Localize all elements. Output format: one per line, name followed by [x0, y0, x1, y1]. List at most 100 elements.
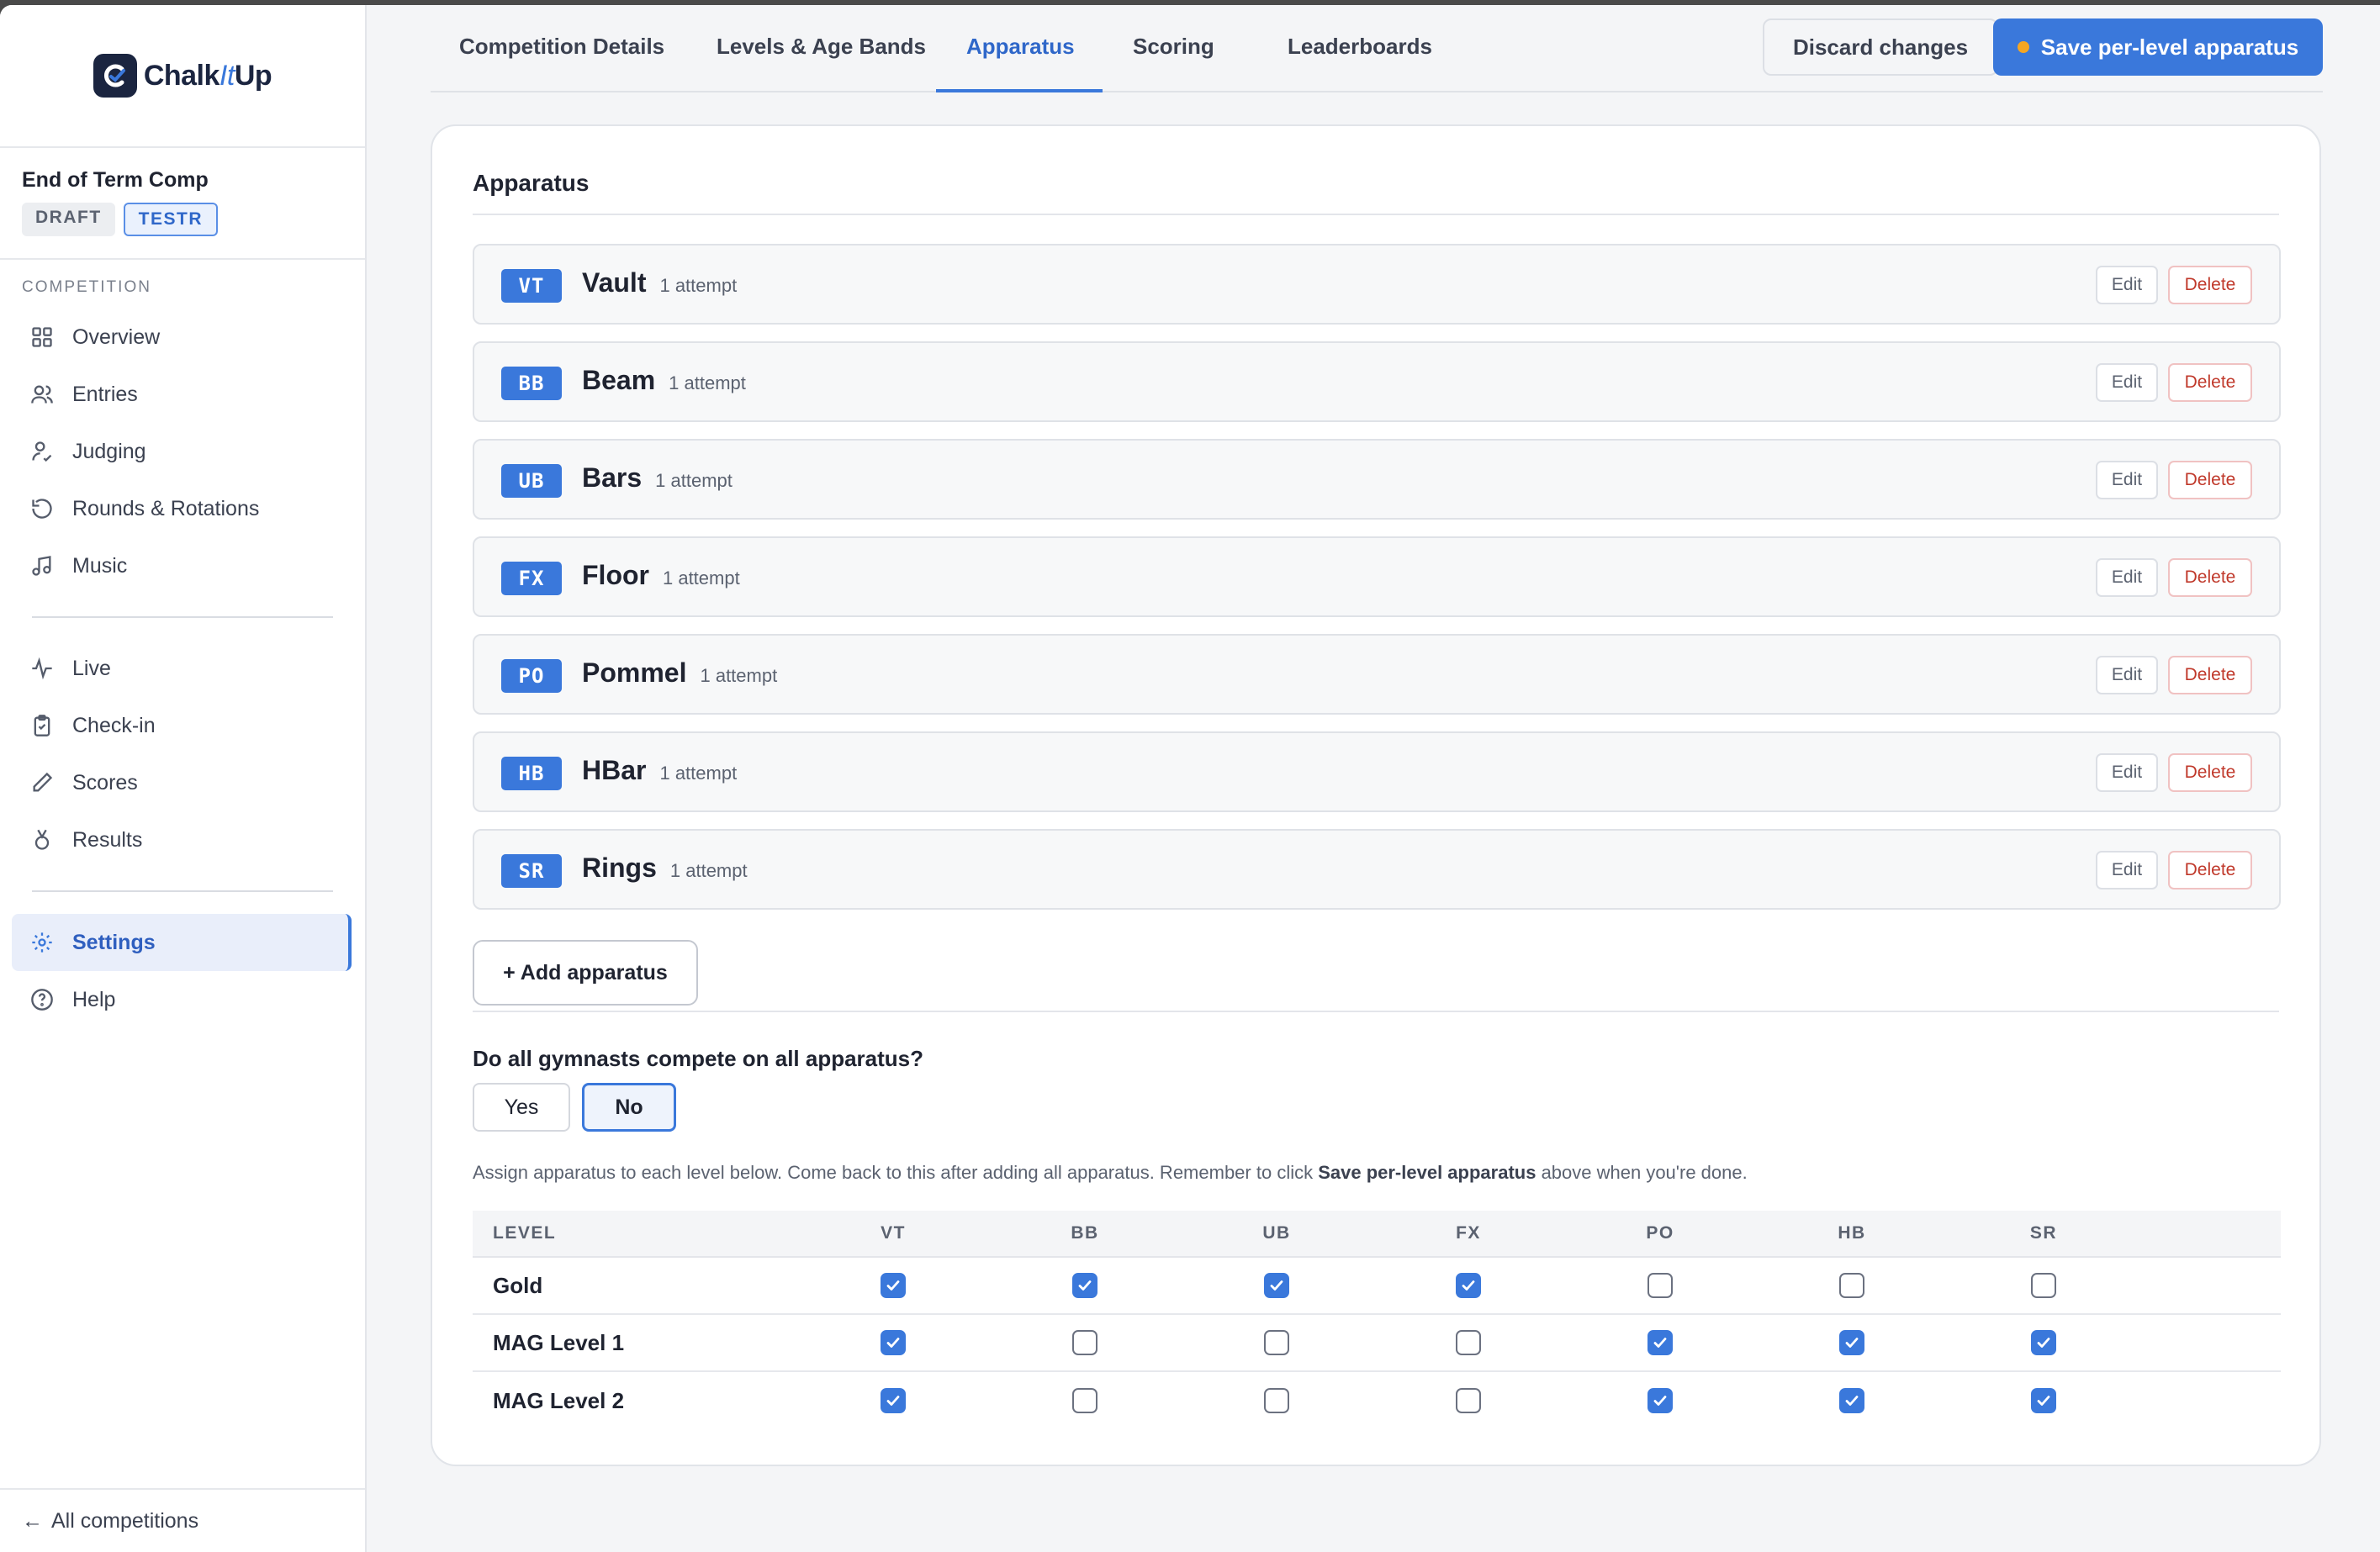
table-header: LEVEL VT BB UB FX PO HB SR: [473, 1211, 2281, 1258]
all-competitions-link[interactable]: ← All competitions: [0, 1488, 365, 1552]
apparatus-code-badge: HB: [501, 757, 562, 790]
apparatus-checkbox[interactable]: [1456, 1388, 1481, 1413]
apparatus-checkbox[interactable]: [881, 1273, 906, 1298]
grid-icon: [32, 327, 52, 347]
delete-apparatus-button[interactable]: Delete: [2168, 753, 2252, 792]
save-per-level-apparatus-button[interactable]: Save per-level apparatus: [1993, 18, 2323, 76]
medal-icon: [34, 829, 50, 850]
sidebar-item-entries[interactable]: Entries: [0, 366, 365, 423]
sidebar-item-label: Help: [72, 987, 116, 1011]
apparatus-attempts: 1 attempt: [669, 860, 748, 881]
apparatus-checkbox[interactable]: [1264, 1388, 1289, 1413]
apparatus-checkbox[interactable]: [1647, 1273, 1673, 1298]
delete-apparatus-button[interactable]: Delete: [2168, 851, 2252, 889]
help-icon: [31, 989, 53, 1011]
judge-icon: [32, 441, 52, 462]
apparatus-row: FX Floor 1 attempt Edit Delete: [473, 536, 2281, 617]
section-title: Apparatus: [473, 170, 590, 196]
sidebar-item-music[interactable]: Music: [0, 537, 365, 594]
nav-section-label: COMPETITION: [22, 278, 151, 296]
delete-apparatus-button[interactable]: Delete: [2168, 266, 2252, 304]
sidebar-item-checkin[interactable]: Check-in: [0, 697, 365, 754]
option-yes-button[interactable]: Yes: [473, 1083, 570, 1132]
level-name: MAG Level 1: [493, 1329, 625, 1355]
apparatus-name: Rings 1 attempt: [582, 853, 748, 883]
sidebar-item-label: Music: [72, 553, 128, 578]
sidebar-item-rounds[interactable]: Rounds & Rotations: [0, 480, 365, 537]
apparatus-checkbox[interactable]: [1839, 1330, 1864, 1355]
delete-apparatus-button[interactable]: Delete: [2168, 656, 2252, 694]
apparatus-checkbox[interactable]: [1839, 1273, 1864, 1298]
apparatus-checkbox[interactable]: [881, 1388, 906, 1413]
apparatus-checkbox[interactable]: [1072, 1388, 1097, 1413]
sidebar-item-results[interactable]: Results: [0, 811, 365, 868]
apparatus-row: HB HBar 1 attempt Edit Delete: [473, 731, 2281, 812]
nav-divider: [32, 616, 333, 618]
apparatus-row: VT Vault 1 attempt Edit Delete: [473, 244, 2281, 325]
active-tab-indicator: [936, 89, 1103, 92]
apparatus-checkbox[interactable]: [1072, 1273, 1097, 1298]
apparatus-attempts: 1 attempt: [669, 372, 746, 393]
discard-changes-button[interactable]: Discard changes: [1763, 18, 1998, 76]
sidebar-item-label: Settings: [72, 930, 156, 954]
apparatus-checkbox[interactable]: [1072, 1330, 1097, 1355]
apparatus-checkbox[interactable]: [1456, 1330, 1481, 1355]
sidebar-item-scores[interactable]: Scores: [0, 754, 365, 811]
apparatus-checkbox[interactable]: [2031, 1330, 2056, 1355]
apparatus-attempts: 1 attempt: [659, 763, 738, 784]
edit-apparatus-button[interactable]: Edit: [2096, 656, 2158, 694]
apparatus-checkbox[interactable]: [2031, 1388, 2056, 1413]
apparatus-checkbox[interactable]: [2031, 1273, 2056, 1298]
apparatus-row: PO Pommel 1 attempt Edit Delete: [473, 634, 2281, 715]
option-no-button[interactable]: No: [582, 1083, 676, 1132]
apparatus-checkbox[interactable]: [1647, 1330, 1673, 1355]
apparatus-name: Vault 1 attempt: [582, 267, 738, 298]
sidebar-item-help[interactable]: Help: [0, 971, 365, 1028]
pencil-icon: [33, 772, 53, 792]
tab-apparatus[interactable]: Apparatus: [966, 34, 1075, 60]
sidebar-item-overview[interactable]: Overview: [0, 309, 365, 366]
assign-help-text: Assign apparatus to each level below. Co…: [473, 1162, 1748, 1183]
delete-apparatus-button[interactable]: Delete: [2168, 558, 2252, 597]
brand-logo[interactable]: ChalkItUp: [0, 5, 365, 148]
apparatus-attempts: 1 attempt: [655, 470, 733, 491]
all-apparatus-question: Do all gymnasts compete on all apparatus…: [473, 1046, 924, 1071]
edit-apparatus-button[interactable]: Edit: [2096, 461, 2158, 499]
edit-apparatus-button[interactable]: Edit: [2096, 753, 2158, 792]
delete-apparatus-button[interactable]: Delete: [2168, 461, 2252, 499]
divider: [473, 1011, 2279, 1012]
sidebar-item-label: Scores: [72, 770, 138, 794]
column-header-apparatus: HB: [1838, 1223, 1866, 1243]
edit-apparatus-button[interactable]: Edit: [2096, 558, 2158, 597]
apparatus-attempts: 1 attempt: [662, 567, 740, 589]
apparatus-checkbox[interactable]: [1456, 1273, 1481, 1298]
tab-competition-details[interactable]: Competition Details: [459, 34, 664, 60]
sidebar-item-label: Results: [72, 827, 143, 852]
apparatus-checkbox[interactable]: [1264, 1273, 1289, 1298]
back-link-label: All competitions: [51, 1508, 199, 1533]
sidebar-item-settings[interactable]: Settings: [12, 914, 352, 971]
apparatus-checkbox[interactable]: [1647, 1388, 1673, 1413]
competition-header: End of Term Comp DRAFT TESTR: [0, 148, 365, 260]
sidebar-item-label: Judging: [72, 439, 146, 463]
add-apparatus-button[interactable]: + Add apparatus: [473, 940, 698, 1006]
apparatus-checkbox[interactable]: [1839, 1388, 1864, 1413]
sidebar-item-live[interactable]: Live: [0, 640, 365, 697]
tab-levels-age-bands[interactable]: Levels & Age Bands: [717, 34, 926, 60]
sidebar-item-judging[interactable]: Judging: [0, 423, 365, 480]
apparatus-checkbox[interactable]: [1264, 1330, 1289, 1355]
apparatus-code-badge: SR: [501, 854, 562, 888]
apparatus-code-badge: UB: [501, 464, 562, 498]
delete-apparatus-button[interactable]: Delete: [2168, 363, 2252, 402]
column-header-level: LEVEL: [493, 1223, 557, 1243]
gear-icon: [32, 932, 52, 953]
tab-scoring[interactable]: Scoring: [1133, 34, 1214, 60]
tab-leaderboards[interactable]: Leaderboards: [1288, 34, 1432, 60]
apparatus-name: HBar 1 attempt: [582, 755, 738, 785]
edit-apparatus-button[interactable]: Edit: [2096, 363, 2158, 402]
apparatus-checkbox[interactable]: [881, 1330, 906, 1355]
edit-apparatus-button[interactable]: Edit: [2096, 851, 2158, 889]
apparatus-code-badge: BB: [501, 367, 562, 400]
table-row: MAG Level 1: [473, 1315, 2281, 1372]
edit-apparatus-button[interactable]: Edit: [2096, 266, 2158, 304]
